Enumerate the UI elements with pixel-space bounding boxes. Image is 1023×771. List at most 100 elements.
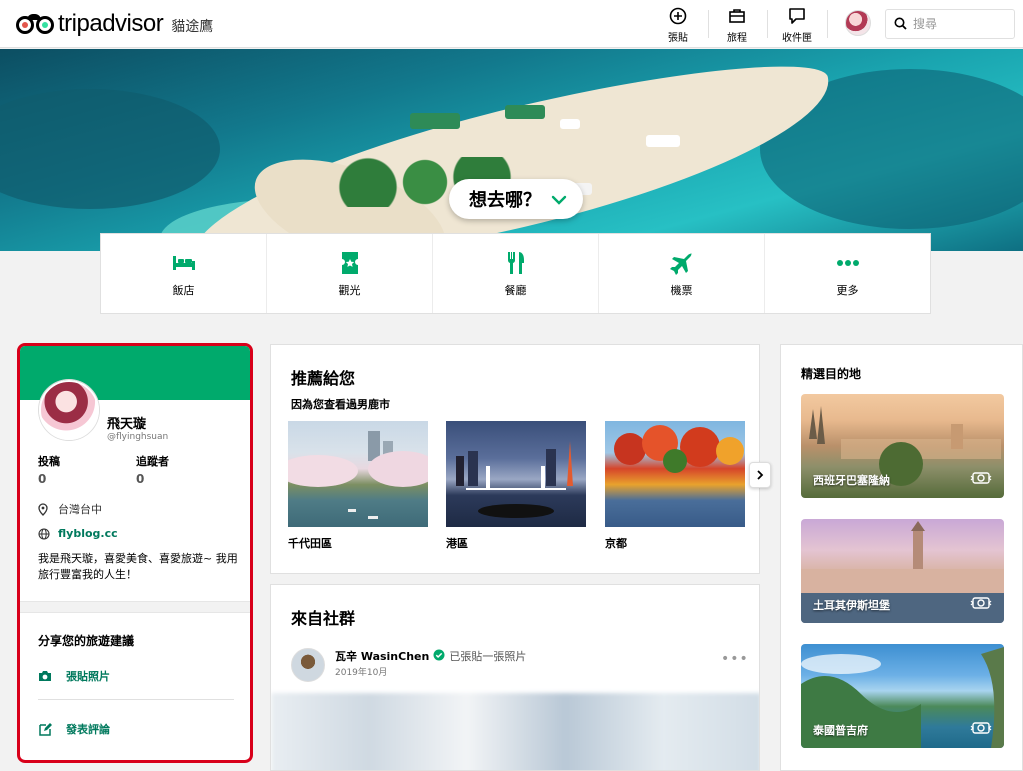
post-action: 已張貼一張照片 xyxy=(449,650,527,663)
location-text: 台灣台中 xyxy=(58,503,102,516)
more-dots-icon xyxy=(835,250,861,276)
stat-value: 0 xyxy=(136,472,145,486)
destination-barcelona[interactable]: 西班牙巴塞隆納 xyxy=(801,394,1004,498)
stat-label: 追蹤者 xyxy=(136,455,169,468)
destination-label: 泰國普吉府 xyxy=(813,724,868,737)
community-card: 來自社群 瓦辛 WasinChen 已張貼一張照片 2019年10月 ••• xyxy=(270,584,760,771)
logo-text: tripadvisor xyxy=(58,10,164,37)
plane-icon xyxy=(669,250,695,276)
post-author-name[interactable]: 瓦辛 WasinChen xyxy=(335,648,429,664)
where-to-label: 想去哪？ xyxy=(469,190,541,211)
share-title: 分享您的旅遊建議 xyxy=(38,634,135,648)
category-bar: 飯店 觀光 餐廳 機票 更多 xyxy=(100,233,931,314)
camera-360-icon xyxy=(970,470,992,490)
more-options-icon[interactable]: ••• xyxy=(721,651,749,667)
category-attractions[interactable]: 觀光 xyxy=(267,234,433,313)
owl-logo-icon xyxy=(14,13,70,35)
minato-image xyxy=(456,441,573,518)
chevron-down-icon xyxy=(551,189,567,210)
recommend-label[interactable]: 千代田區 xyxy=(288,535,332,551)
fork-knife-icon xyxy=(503,250,529,276)
bed-icon xyxy=(171,250,197,276)
destination-label: 土耳其伊斯坦堡 xyxy=(813,599,890,612)
chat-icon xyxy=(787,6,807,26)
verified-icon xyxy=(433,649,445,664)
category-hotels[interactable]: 飯店 xyxy=(101,234,267,313)
trips-nav-button[interactable]: 旅程 xyxy=(712,6,762,44)
destination-phuket[interactable]: 泰國普吉府 xyxy=(801,644,1004,748)
category-flights[interactable]: 機票 xyxy=(599,234,765,313)
post-nav-button[interactable]: 張貼 xyxy=(653,6,703,44)
chiyoda-image xyxy=(288,431,428,519)
location-pin-icon xyxy=(38,502,52,516)
reef-shape xyxy=(0,89,220,209)
where-to-button[interactable]: 想去哪？ xyxy=(449,179,583,219)
recommend-label[interactable]: 京都 xyxy=(605,535,627,551)
camera-icon xyxy=(38,670,54,682)
recommend-thumb-minato[interactable] xyxy=(446,421,586,527)
website-link[interactable]: flyblog.cc xyxy=(58,527,118,540)
profile-handle: @flyinghsuan xyxy=(107,432,169,442)
section-divider xyxy=(20,601,250,613)
post-header: 瓦辛 WasinChen 已張貼一張照片 xyxy=(335,648,526,664)
stat-value: 0 xyxy=(38,472,47,486)
recommend-title: 推薦給您 xyxy=(291,369,356,388)
ticket-icon xyxy=(337,250,363,276)
trips-nav-label: 旅程 xyxy=(727,33,747,44)
edit-icon xyxy=(38,722,54,736)
search-icon xyxy=(894,15,907,34)
kyoto-image xyxy=(614,425,744,473)
post-author-avatar[interactable] xyxy=(291,648,325,682)
destination-istanbul[interactable]: 土耳其伊斯坦堡 xyxy=(801,519,1004,623)
recommend-thumb-chiyoda[interactable] xyxy=(288,421,428,527)
user-avatar[interactable] xyxy=(845,10,871,36)
write-review-label: 發表評論 xyxy=(66,723,110,736)
post-photo[interactable] xyxy=(271,693,759,770)
top-header: tripadvisor 貓途鷹 張貼 旅程 收件匣 xyxy=(0,0,1023,48)
stat-followers[interactable]: 追蹤者 0 xyxy=(136,453,169,486)
recommend-subtitle: 因為您查看過男鹿市 xyxy=(291,398,390,411)
stat-contributions[interactable]: 投稿 0 xyxy=(38,453,60,486)
profile-website[interactable]: flyblog.cc xyxy=(38,527,118,540)
profile-avatar[interactable] xyxy=(39,380,99,440)
recommend-card: 推薦給您 因為您查看過男鹿市 千代田區 港區 京都 xyxy=(270,344,771,574)
profile-name[interactable]: 飛天璇 xyxy=(107,413,146,432)
community-title: 來自社群 xyxy=(291,609,356,628)
tripadvisor-logo[interactable]: tripadvisor 貓途鷹 xyxy=(14,10,213,38)
featured-destinations: 精選目的地 西班牙巴塞隆納 土耳其伊斯坦堡 泰國普吉府 xyxy=(780,344,1023,771)
destinations-title: 精選目的地 xyxy=(801,367,862,381)
camera-360-icon xyxy=(970,595,992,615)
category-label: 機票 xyxy=(670,283,693,297)
nav-divider xyxy=(767,10,768,38)
camera-360-icon xyxy=(970,720,992,740)
briefcase-icon xyxy=(727,6,747,26)
post-nav-label: 張貼 xyxy=(668,33,688,44)
post-photo-label: 張貼照片 xyxy=(66,670,110,683)
write-review-button[interactable]: 發表評論 xyxy=(38,721,110,737)
boat xyxy=(560,119,580,129)
category-more[interactable]: 更多 xyxy=(765,234,930,313)
search-box[interactable] xyxy=(885,9,1015,39)
nav-divider xyxy=(708,10,709,38)
category-label: 觀光 xyxy=(338,283,361,297)
profile-card: 飛天璇 @flyinghsuan 投稿 0 追蹤者 0 台灣台中 flyblog… xyxy=(17,343,253,763)
recommend-label[interactable]: 港區 xyxy=(446,535,468,551)
logo-subtitle: 貓途鷹 xyxy=(171,18,214,35)
hut-roof xyxy=(410,113,460,129)
carousel-next-button[interactable] xyxy=(749,462,771,488)
recommend-thumb-kyoto[interactable] xyxy=(605,421,745,527)
plus-circle-icon xyxy=(668,6,688,26)
hero-banner: 想去哪？ xyxy=(0,49,1023,251)
boat xyxy=(646,135,680,147)
profile-bio: 我是飛天璇，喜愛美食、喜愛旅遊~ 我用旅行豐富我的人生！ xyxy=(38,552,238,581)
category-restaurants[interactable]: 餐廳 xyxy=(433,234,599,313)
search-input[interactable] xyxy=(913,17,1009,31)
category-label: 更多 xyxy=(836,283,859,297)
category-label: 飯店 xyxy=(172,283,195,297)
post-photo-button[interactable]: 張貼照片 xyxy=(38,668,110,684)
action-divider xyxy=(38,699,234,700)
stat-label: 投稿 xyxy=(38,455,60,468)
inbox-nav-button[interactable]: 收件匣 xyxy=(772,6,822,44)
inbox-nav-label: 收件匣 xyxy=(782,33,812,44)
chevron-right-icon xyxy=(756,466,764,485)
